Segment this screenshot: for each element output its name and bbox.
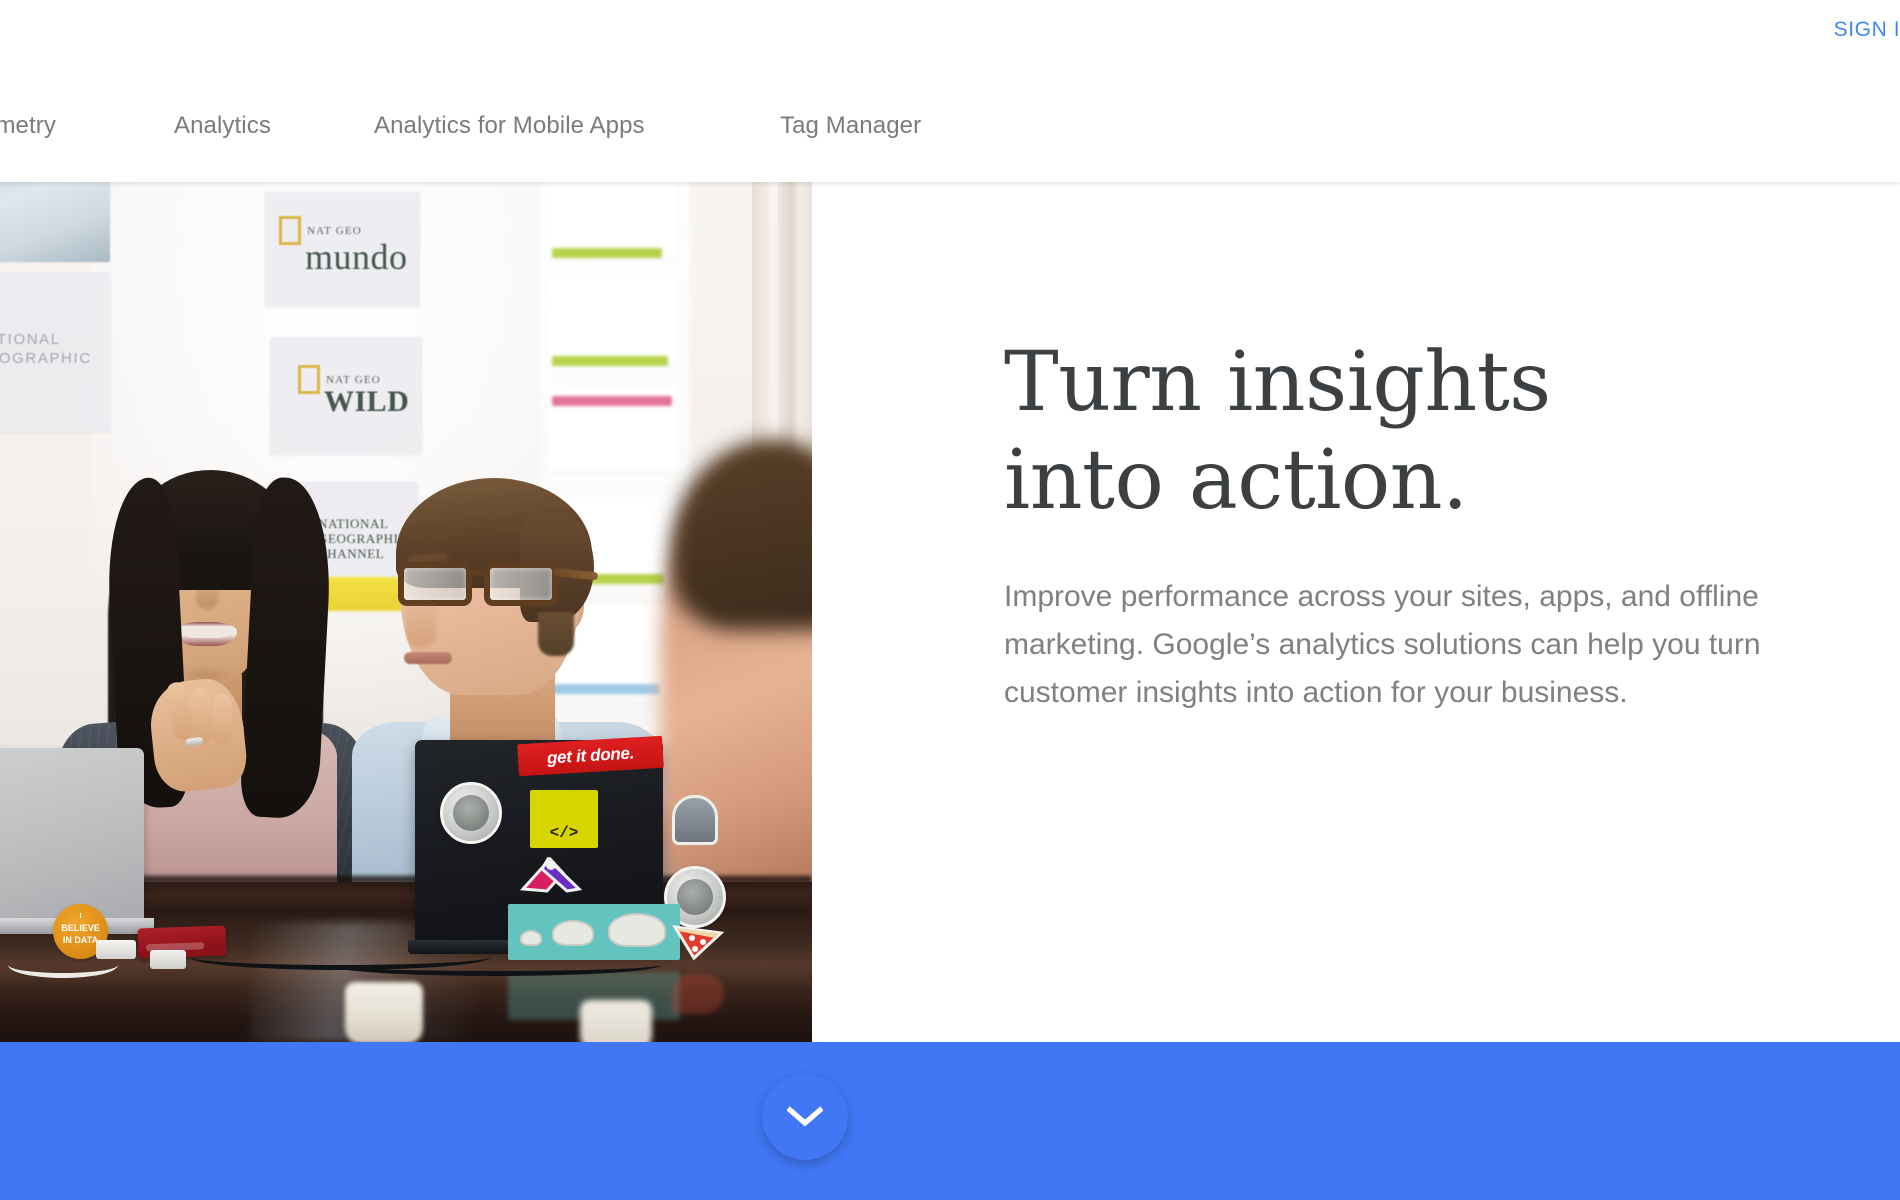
sticker-chevron-arrow [519,856,583,893]
nav-item-optimetry[interactable]: ometry [0,70,56,182]
poster-left-text: NATIONALGEOGRAPHIC [0,331,92,367]
natgeo-wordmark-mundo: mundo [305,237,408,277]
sticker-code-tag: </> [530,790,598,848]
page-title-line-2: into action. [1004,432,1468,528]
landing-page: SIGN IN ometry Analytics Analytics for M… [0,0,1900,1200]
sticker-sheep-small [520,930,542,946]
sticker-sheep-band [508,904,680,960]
sticker-ghost-badge [672,795,718,845]
desk-white-plug-2 [150,950,186,969]
person-woman-teeth [180,626,232,638]
natgeo-wordmark-small: NAT GEO [326,373,381,386]
sticker-get-it-done-label: get it done. [546,743,635,768]
laptop-silver [0,748,144,924]
glasses-lens-right [484,562,558,606]
photo-paper-accent [552,356,668,366]
sticker-believe-line1: I [79,913,82,920]
page-title: Turn insights into action. [1004,334,1814,529]
reflection-pizza-sticker [672,974,724,1014]
page-title-line-1: Turn insights [1004,335,1551,430]
natgeo-rectangle-icon [298,365,320,394]
poster-national-geographic-left: NATIONALGEOGRAPHIC [0,272,110,432]
sign-in-link[interactable]: SIGN IN [1834,18,1900,42]
photo-paper-sheet [548,182,678,258]
photo-paper-sheet [548,278,678,364]
hero-copy: Turn insights into action. Improve perfo… [1004,182,1814,717]
sticker-round-badge-1 [440,782,502,844]
photo-paper-accent [552,684,660,694]
person-man-mouth [404,652,452,664]
natgeo-wordmark-wild: WILD [324,385,410,418]
top-utility-bar: SIGN IN [0,0,1900,70]
poster-nat-geo-mundo: NAT GEO mundo [265,192,420,307]
desk-white-cable [8,952,118,978]
nav-item-tag-manager[interactable]: Tag Manager [780,70,921,182]
product-nav-bar: ometry Analytics Analytics for Mobile Ap… [0,70,1900,182]
sticker-pizza-slice [672,925,724,961]
sticker-sheep-large [608,913,666,947]
photo-paper-accent [552,248,662,258]
desk-black-cable-2 [330,954,660,976]
natgeo-rectangle-icon [279,216,301,245]
desk-coffee-cup-2 [580,1000,652,1042]
hero-photo: NATIONALGEOGRAPHIC NAT GEO mundo NAT GEO… [0,182,812,1042]
person-man-nose [406,600,436,648]
natgeo-wordmark-small: NAT GEO [307,224,362,237]
sticker-sheep-medium [552,920,594,946]
photo-paper-accent [552,396,672,406]
poster-nat-geo-wild: NAT GEO WILD [270,337,422,455]
poster-landscape [0,182,110,262]
nav-item-analytics[interactable]: Analytics [174,70,271,182]
hero-section: NATIONALGEOGRAPHIC NAT GEO mundo NAT GEO… [0,182,1900,1160]
natgeo-wordmark-channel: NATIONAL GEOGRAPHIC CHANNEL [318,516,408,561]
nav-item-analytics-mobile-apps[interactable]: Analytics for Mobile Apps [374,70,645,182]
sticker-believe-line2: BELIEVE [61,923,100,933]
desk-coffee-cup-1 [345,982,423,1042]
person-man-sideburn [538,612,574,656]
person-woman-finger [213,694,232,746]
scroll-down-button[interactable] [762,1074,848,1160]
blue-section-band [0,1042,1900,1200]
hero-description: Improve performance across your sites, a… [1004,580,1761,710]
chevron-down-icon [787,1106,823,1127]
